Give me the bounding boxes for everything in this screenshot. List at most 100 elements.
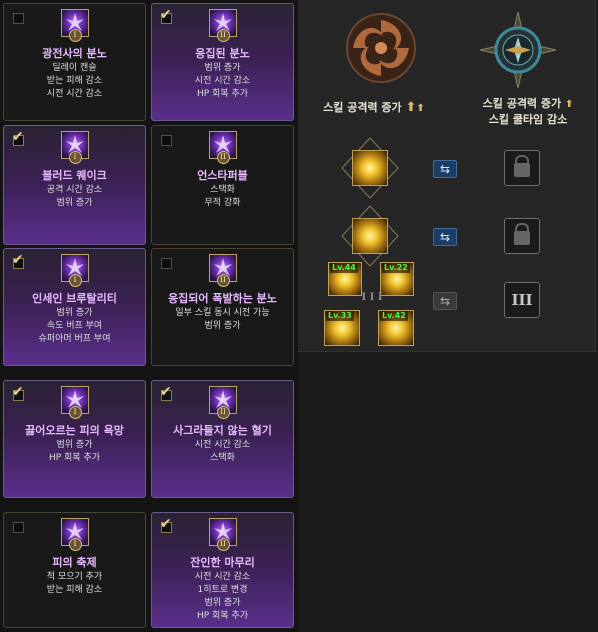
talent-checkbox[interactable]: ✔ — [160, 384, 172, 401]
talent-emblem-icon: II — [208, 9, 237, 42]
swap-button-row3[interactable]: ⇆ — [433, 292, 457, 310]
talent-checkbox[interactable]: ✔ — [160, 7, 172, 24]
talent-effect-line: 슈퍼아머 버프 부여 — [38, 334, 111, 344]
talent-checkbox[interactable]: ✔ — [160, 516, 172, 533]
talent-effects: 공격 시간 감소범위 증가 — [4, 184, 145, 210]
talent-effect-line: 시전 시간 감소 — [46, 89, 103, 99]
talent-emblem-icon: I — [60, 254, 89, 287]
skill-enhance-panel: 스킬 공격력 증가 ⬆⬆ 스킬 공격력 증가 ⬆ 스킬 쿨타임 감소 ⇆ ⇆ L… — [298, 0, 596, 352]
talent-emblem-icon: II — [208, 386, 237, 419]
talent-title: 끓어오르는 피의 욕망 — [25, 424, 124, 437]
talent-effects: 범위 증가시전 시간 감소 HP 회복 추가 — [152, 62, 293, 101]
talent-effect-line: 범위 증가 — [56, 198, 93, 208]
talent-effect-line: 범위 증가 — [56, 308, 93, 318]
talent-effects: 스택화무적 강화 — [152, 184, 293, 210]
check-mark-icon: ✔ — [12, 384, 24, 400]
talent-effects: 시전 시간 감소 1히트로 변경범위 증가 HP 회복 추가 — [152, 571, 293, 623]
locked-slot-row1 — [504, 150, 540, 186]
heading-right-line1: 스킬 공격력 증가 — [482, 97, 562, 110]
skill-slot-lv44[interactable]: Lv.44 — [328, 262, 362, 296]
talent-effects: 시전 시간 감소 스택화 — [152, 439, 293, 465]
skill-slot-lv42[interactable]: Lv.42 — [378, 310, 414, 346]
tier-three-slot[interactable]: III — [504, 282, 540, 318]
talent-effects: 딜레이 캔슬 받는 피해 감소 시전 시간 감소 — [4, 62, 145, 101]
talent-title: 블러드 퀘이크 — [42, 169, 107, 182]
up-arrow-icon: ⬆ — [405, 100, 417, 115]
talent-checkbox[interactable]: ✔ — [12, 252, 24, 269]
talent-checkbox[interactable]: ✔ — [13, 522, 24, 533]
skill-slot-row1[interactable] — [352, 150, 388, 186]
rank-badge: I — [68, 274, 82, 287]
talent-effect-line: 범위 증가 — [204, 63, 241, 73]
talent-card[interactable]: ✔ I 피의 축제적 모으기 추가받는 피해 감소 — [3, 512, 146, 628]
heading-left-label: 스킬 공격력 증가 — [323, 101, 402, 114]
skill-level-label: Lv.42 — [380, 311, 408, 321]
talent-effect-line: 받는 피해 감소 — [46, 585, 103, 595]
talent-effect-line: 범위 증가 — [204, 321, 241, 331]
rank-badge: I — [68, 29, 82, 42]
talent-title: 잔인한 마무리 — [190, 556, 255, 569]
talent-effects: 범위 증가 HP 회복 추가 — [4, 439, 145, 465]
skill-level-label: Lv.44 — [330, 263, 358, 273]
locked-slot-row2 — [504, 218, 540, 254]
roman-three-label: III — [511, 291, 533, 309]
rank-badge: II — [216, 406, 230, 419]
talent-checkbox[interactable]: ✔ — [161, 258, 172, 269]
rank-badge: II — [216, 274, 230, 287]
talent-effects: 일부 스킬 동시 시전 가능 범위 증가 — [152, 307, 293, 333]
talent-effect-line: HP 회복 추가 — [196, 611, 249, 621]
talent-title: 언스타퍼블 — [197, 169, 248, 182]
check-mark-icon: ✔ — [160, 7, 172, 23]
up-arrow-icon: ⬆ — [564, 99, 574, 110]
talent-effect-line: 딜레이 캔슬 — [52, 63, 97, 73]
talent-effect-line: 적 모으기 추가 — [46, 572, 103, 582]
talent-card-grid: ✔I광전사의 분노딜레이 캔슬받는 피해 감소시전 시간 감소✔II응집된 분노… — [0, 0, 298, 632]
heading-skill-attack-left: 스킬 공격력 증가 ⬆⬆ — [304, 100, 444, 116]
talent-card[interactable]: ✔ II 사그라들지 않는 혈기시전 시간 감소 스택화 — [151, 380, 294, 498]
talent-effect-line: 시전 시간 감소 — [194, 76, 251, 86]
talent-effects: 범위 증가 속도 버프 부여 슈퍼아머 버프 부여 — [4, 307, 145, 346]
talent-title: 사그라들지 않는 혈기 — [173, 424, 272, 437]
talent-title: 인세인 브루탈리티 — [32, 292, 117, 305]
talent-card[interactable]: ✔ II 언스타퍼블스택화무적 강화 — [151, 125, 294, 245]
talent-emblem-icon: I — [60, 386, 89, 419]
talent-checkbox[interactable]: ✔ — [12, 129, 24, 146]
talent-effect-line: 무적 강화 — [204, 198, 241, 208]
talent-emblem-icon: I — [60, 131, 89, 164]
talent-title: 피의 축제 — [52, 556, 97, 569]
talent-effect-line: HP 회복 추가 — [196, 89, 249, 99]
skill-slot-row2[interactable] — [352, 218, 388, 254]
talent-card[interactable]: ✔ I 인세인 브루탈리티범위 증가 속도 버프 부여 슈퍼아머 버프 부여 — [3, 248, 146, 366]
talent-checkbox[interactable]: ✔ — [13, 13, 24, 24]
swap-button-row1[interactable]: ⇆ — [433, 160, 457, 178]
talent-emblem-icon: II — [208, 131, 237, 164]
talent-effect-line: 스택화 — [210, 185, 235, 195]
talent-effect-line: 범위 증가 — [56, 440, 93, 450]
talent-checkbox[interactable]: ✔ — [161, 135, 172, 146]
talent-effects: 적 모으기 추가받는 피해 감소 — [4, 571, 145, 597]
talent-emblem-icon: II — [208, 254, 237, 287]
skill-slot-lv22[interactable]: Lv.22 — [380, 262, 414, 296]
rank-badge: II — [216, 538, 230, 551]
talent-card[interactable]: ✔ I 광전사의 분노딜레이 캔슬받는 피해 감소시전 시간 감소 — [3, 3, 146, 121]
talent-card[interactable]: ✔ I 끓어오르는 피의 욕망범위 증가 HP 회복 추가 — [3, 380, 146, 498]
talent-emblem-icon: I — [60, 9, 89, 42]
heading-right-line2: 스킬 쿨타임 감소 — [488, 113, 568, 126]
talent-effect-line: 1히트로 변경 — [197, 585, 248, 595]
rank-badge: I — [68, 406, 82, 419]
talent-title: 광전사의 분노 — [42, 47, 107, 60]
skill-level-label: Lv.22 — [382, 263, 410, 273]
talent-card[interactable]: ✔ II 응집되어 폭발하는 분노일부 스킬 동시 시전 가능범위 증가 — [151, 248, 294, 366]
talent-card[interactable]: ✔ I 블러드 퀘이크공격 시간 감소범위 증가 — [3, 125, 146, 245]
talent-effect-line: 시전 시간 감소 — [194, 572, 251, 582]
talent-effect-line: 스택화 — [210, 453, 235, 463]
talent-card[interactable]: ✔ II 응집된 분노 범위 증가 시전 시간 감소 HP 회복 추가 — [151, 3, 294, 121]
talent-effect-line: 범위 증가 — [204, 598, 241, 608]
talent-checkbox[interactable]: ✔ — [12, 384, 24, 401]
swap-button-row2[interactable]: ⇆ — [433, 228, 457, 246]
lock-icon — [514, 231, 530, 245]
skill-slot-lv33[interactable]: Lv.33 — [324, 310, 360, 346]
up-arrow-icon: ⬆ — [416, 103, 425, 114]
talent-effect-line: 공격 시간 감소 — [46, 185, 103, 195]
talent-card[interactable]: ✔ II 잔인한 마무리시전 시간 감소 1히트로 변경범위 증가 HP 회복 추가 — [151, 512, 294, 628]
